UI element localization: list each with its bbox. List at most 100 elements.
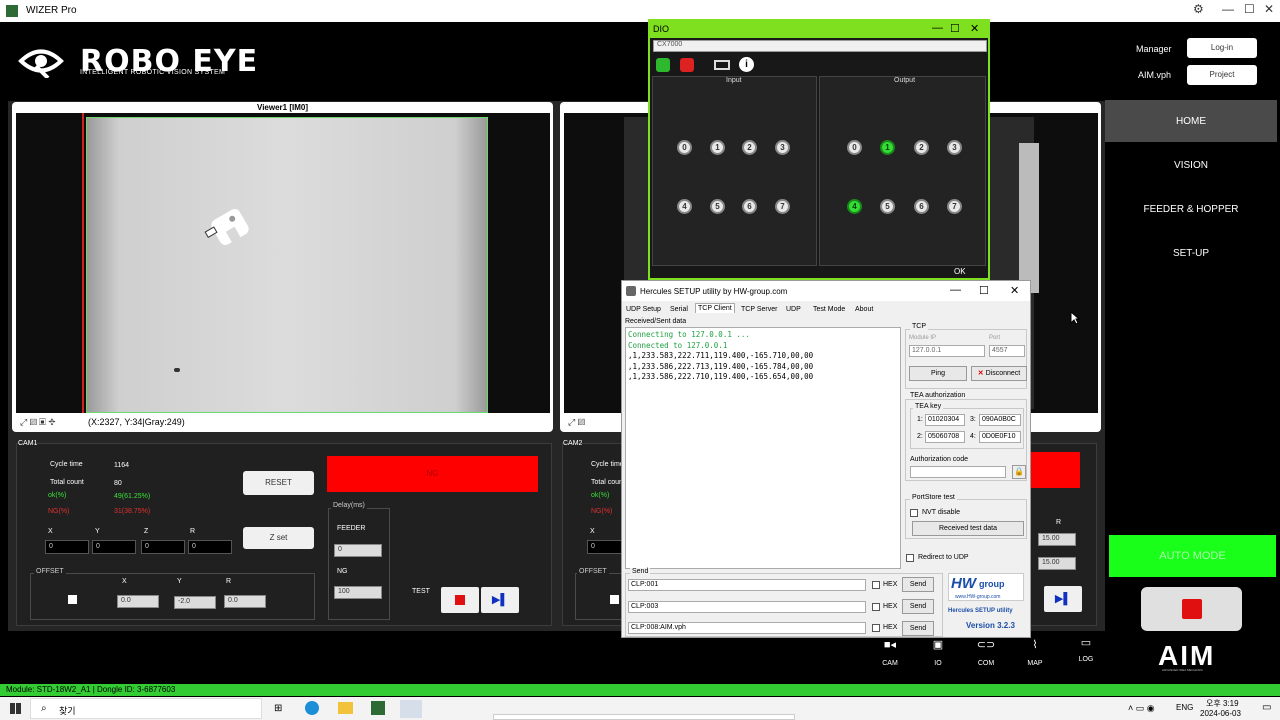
ime-indicator[interactable]: ENG xyxy=(1176,703,1193,712)
nav-map[interactable]: ⌇ MAP xyxy=(1017,638,1053,667)
nvt-disable-checkbox[interactable] xyxy=(910,509,918,517)
send-field-2[interactable]: CLP:003 xyxy=(628,601,866,613)
cam2-step-button[interactable]: ▶▌ xyxy=(1044,586,1082,612)
refresh-icon[interactable] xyxy=(714,60,730,70)
nav-log-label: LOG xyxy=(1078,656,1094,663)
tab-about[interactable]: About xyxy=(853,305,875,314)
hex-checkbox-3[interactable] xyxy=(872,624,880,632)
shield-app-icon[interactable] xyxy=(371,701,385,715)
close-button[interactable]: ✕ xyxy=(1264,2,1274,16)
nav-cam[interactable]: ■◂ CAM xyxy=(872,638,908,667)
task-view-icon[interactable]: ⊞ xyxy=(274,703,282,714)
ng-delay-spinner[interactable]: 100 xyxy=(334,586,382,599)
menu-item-setup[interactable]: SET-UP xyxy=(1105,248,1277,259)
received-test-data-button[interactable]: Received test data xyxy=(912,521,1024,536)
info-icon[interactable]: i xyxy=(739,57,754,72)
nav-io[interactable]: ▣ IO xyxy=(920,638,956,667)
module-ip-field[interactable]: 127.0.0.1 xyxy=(909,345,985,357)
hex-checkbox-2[interactable] xyxy=(872,603,880,611)
auth-code-field[interactable] xyxy=(910,466,1006,478)
disconnect-button[interactable]: ✕ Disconnect xyxy=(971,366,1027,381)
dio-title-bar[interactable]: DIO — ☐ ✕ xyxy=(650,21,988,38)
feeder-delay-spinner[interactable]: 0 xyxy=(334,544,382,557)
tea-key-2-field[interactable]: 05060708 xyxy=(925,431,965,443)
hex-checkbox-1[interactable] xyxy=(872,581,880,589)
project-button[interactable]: Project xyxy=(1187,65,1257,85)
reset-button[interactable]: RESET xyxy=(243,471,314,495)
output-pin-1[interactable]: 1 xyxy=(880,140,895,155)
nav-log[interactable]: ▭ LOG xyxy=(1068,636,1104,663)
auto-mode-button[interactable]: AUTO MODE xyxy=(1109,535,1276,577)
offset-x-spinner[interactable]: 0.0 xyxy=(117,595,159,608)
hercules-minimize-button[interactable]: — xyxy=(950,284,961,296)
login-button[interactable]: Log-in xyxy=(1187,38,1257,58)
wizer-task-icon[interactable] xyxy=(400,700,422,718)
send-button-2[interactable]: Send xyxy=(902,599,934,614)
maximize-button[interactable]: ☐ xyxy=(1244,2,1255,16)
dio-close-button[interactable]: ✕ xyxy=(970,22,979,35)
tab-tcp-client[interactable]: TCP Client xyxy=(695,303,735,313)
viewer1-image[interactable] xyxy=(16,113,550,413)
test-stop-button[interactable] xyxy=(441,587,479,613)
hercules-maximize-button[interactable]: ☐ xyxy=(979,284,989,297)
offset-y-spinner[interactable]: -2.0 xyxy=(174,596,216,609)
output-pin-2[interactable]: 2 xyxy=(914,140,929,155)
nav-com[interactable]: ⊂⊃ COM xyxy=(968,638,1004,667)
output-pin-4[interactable]: 4 xyxy=(847,199,862,214)
tea-key-4-field[interactable]: 0D0E0F10 xyxy=(979,431,1021,443)
cam2-offset-r-spinner[interactable]: 15.00 xyxy=(1038,557,1076,570)
dio-ok-button[interactable]: OK xyxy=(954,267,966,276)
tab-tcp-server[interactable]: TCP Server xyxy=(739,305,779,314)
send-field-1[interactable]: CLP:001 xyxy=(628,579,866,591)
tab-serial[interactable]: Serial xyxy=(668,305,690,314)
output-pin-3[interactable]: 3 xyxy=(947,140,962,155)
offset-r-spinner[interactable]: 0.0 xyxy=(224,595,266,608)
tea-key-3-field[interactable]: 090A0B0C xyxy=(979,414,1021,426)
search-box[interactable]: ⌕ 찾기 xyxy=(30,698,262,719)
offset-checkbox[interactable] xyxy=(68,595,77,604)
hercules-title-bar[interactable]: Hercules SETUP utility by HW-group.com —… xyxy=(622,281,1030,301)
redirect-udp-checkbox[interactable] xyxy=(906,554,914,562)
hex-label-1: HEX xyxy=(883,581,898,588)
output-pin-7[interactable]: 7 xyxy=(947,199,962,214)
dio-device-select[interactable]: CX7000 xyxy=(653,40,987,52)
file-explorer-icon[interactable] xyxy=(338,702,353,714)
cam2-r-spinner[interactable]: 15.00 xyxy=(1038,533,1076,546)
output-pin-5[interactable]: 5 xyxy=(880,199,895,214)
tab-udp[interactable]: UDP xyxy=(784,305,803,314)
dio-maximize-button[interactable]: ☐ xyxy=(950,22,960,35)
dio-minimize-button[interactable]: — xyxy=(932,22,943,34)
received-data-terminal[interactable]: Connecting to 127.0.0.1 ... Connected to… xyxy=(625,327,901,569)
z-set-button[interactable]: Z set xyxy=(243,527,314,549)
menu-item-vision[interactable]: VISION xyxy=(1105,160,1277,171)
menu-item-home[interactable]: HOME xyxy=(1105,116,1277,127)
tea-key-1-field[interactable]: 01020304 xyxy=(925,414,965,426)
test-step-button[interactable]: ▶▌ xyxy=(481,587,519,613)
disconnect-icon[interactable] xyxy=(680,58,694,72)
hercules-app-icon xyxy=(626,286,636,296)
notification-icon[interactable]: ▭ xyxy=(1262,702,1271,713)
port-field[interactable]: 4557 xyxy=(989,345,1025,357)
connect-icon[interactable] xyxy=(656,58,670,72)
send-button-3[interactable]: Send xyxy=(902,621,934,636)
toolbar-icon[interactable]: ⚙ xyxy=(1193,2,1204,16)
hercules-close-button[interactable]: ✕ xyxy=(1010,284,1019,297)
lock-icon[interactable]: 🔒 xyxy=(1012,465,1026,479)
menu-item-feeder-hopper[interactable]: FEEDER & HOPPER xyxy=(1105,204,1277,215)
send-field-3[interactable]: CLP:008:AIM.vph xyxy=(628,622,866,634)
axis-x-value: 0 xyxy=(45,540,89,554)
tray-icons[interactable]: ˄ ▭ ◉ xyxy=(1128,703,1155,714)
tab-test-mode[interactable]: Test Mode xyxy=(811,305,847,314)
edge-icon[interactable] xyxy=(305,701,319,715)
viewer1-tools[interactable]: ⤢ ▨ ▣ ✥ xyxy=(20,417,56,428)
main-stop-button[interactable] xyxy=(1141,587,1242,631)
send-button-1[interactable]: Send xyxy=(902,577,934,592)
output-pin-0[interactable]: 0 xyxy=(847,140,862,155)
output-pin-6[interactable]: 6 xyxy=(914,199,929,214)
minimize-button[interactable]: — xyxy=(1222,2,1234,16)
windows-start-icon[interactable] xyxy=(10,703,21,714)
viewer2-tools[interactable]: ⤢ ▨ xyxy=(568,417,585,428)
ping-button[interactable]: Ping xyxy=(909,366,967,381)
cam2-offset-checkbox[interactable] xyxy=(610,595,619,604)
tab-udp-setup[interactable]: UDP Setup xyxy=(624,305,663,314)
